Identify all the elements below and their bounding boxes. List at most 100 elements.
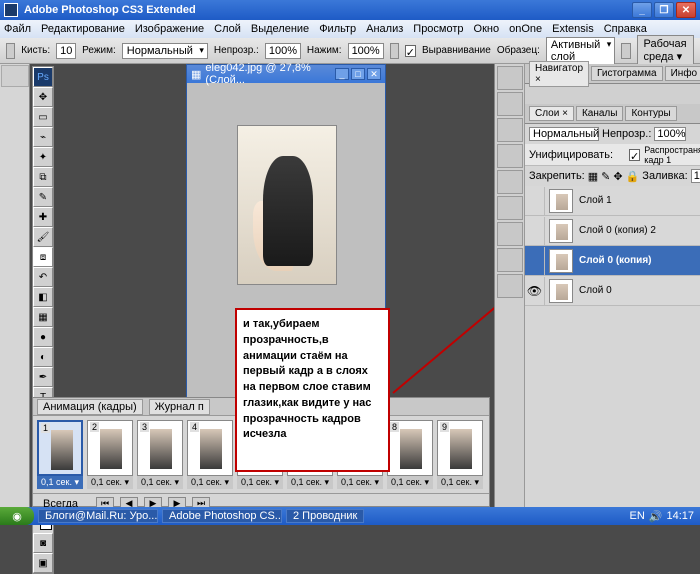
layer-row[interactable]: Слой 0 (копия) <box>525 246 700 276</box>
layer-thumbnail[interactable] <box>549 219 573 243</box>
frame-time[interactable]: 0,1 сек. ▾ <box>287 476 333 489</box>
workspace-button[interactable]: Рабочая среда ▾ <box>637 35 695 66</box>
propagate-checkbox[interactable]: ✓ <box>629 149 640 161</box>
frame-time[interactable]: 0,1 сек. ▾ <box>437 476 483 489</box>
blend-mode-select[interactable]: Нормальный <box>529 127 599 141</box>
blur-tool[interactable]: ● <box>33 327 53 347</box>
visibility-eye-icon[interactable] <box>525 247 545 275</box>
dock-icon[interactable] <box>497 196 523 220</box>
dock-icon[interactable] <box>497 248 523 272</box>
tab-animation[interactable]: Анимация (кадры) <box>37 399 143 415</box>
tray-icon[interactable]: 🔊 <box>649 510 663 523</box>
menu-select[interactable]: Выделение <box>251 23 309 35</box>
brush-size[interactable]: 10 <box>56 43 76 59</box>
taskbar-item[interactable]: Adobe Photoshop CS... <box>162 509 282 523</box>
taskbar-item[interactable]: Блоги@Mail.Ru: Уро... <box>38 509 158 523</box>
sample-ignore-icon[interactable] <box>621 43 630 59</box>
menu-edit[interactable]: Редактирование <box>41 23 125 35</box>
lang-indicator[interactable]: EN <box>629 510 644 522</box>
animation-frame[interactable]: 90,1 сек. ▾ <box>437 420 483 489</box>
marquee-tool[interactable]: ▭ <box>33 107 53 127</box>
layer-row[interactable]: 👁Слой 0 <box>525 276 700 306</box>
animation-frame[interactable]: 80,1 сек. ▾ <box>387 420 433 489</box>
layer-thumbnail[interactable] <box>549 279 573 303</box>
layer-thumbnail[interactable] <box>549 249 573 273</box>
menu-filter[interactable]: Фильтр <box>319 23 356 35</box>
move-tool[interactable]: ✥ <box>33 87 53 107</box>
frame-time[interactable]: 0,1 сек. ▾ <box>37 476 83 489</box>
taskbar-item[interactable]: 2 Проводник <box>286 509 364 523</box>
menu-window[interactable]: Окно <box>474 23 500 35</box>
animation-frame[interactable]: 10,1 сек. ▾ <box>37 420 83 489</box>
doc-max-button[interactable]: □ <box>351 68 365 80</box>
menu-view[interactable]: Просмотр <box>413 23 463 35</box>
dock-icon[interactable] <box>497 222 523 246</box>
dock-icon[interactable] <box>497 66 523 90</box>
lock-pixel-icon[interactable]: ✎ <box>601 170 610 183</box>
menu-help[interactable]: Справка <box>604 23 647 35</box>
layer-thumbnail[interactable] <box>549 189 573 213</box>
menu-onone[interactable]: onOne <box>509 23 542 35</box>
tab-info[interactable]: Инфо <box>665 66 700 81</box>
lock-trans-icon[interactable]: ▦ <box>588 170 598 183</box>
tool-preset-icon[interactable] <box>6 43 15 59</box>
menu-layer[interactable]: Слой <box>214 23 241 35</box>
dock-icon[interactable] <box>497 274 523 298</box>
start-button[interactable]: ◉ <box>0 507 34 525</box>
animation-frame[interactable]: 20,1 сек. ▾ <box>87 420 133 489</box>
minimize-button[interactable]: _ <box>632 2 652 18</box>
menu-analysis[interactable]: Анализ <box>366 23 403 35</box>
flow-field[interactable]: 100% <box>348 43 384 59</box>
opacity-field[interactable]: 100% <box>265 43 301 59</box>
tab-paths[interactable]: Контуры <box>625 106 676 121</box>
dock-icon[interactable] <box>497 92 523 116</box>
dock-icon[interactable] <box>497 170 523 194</box>
fill-field[interactable]: 100% <box>691 169 700 183</box>
doc-min-button[interactable]: _ <box>335 68 349 80</box>
wand-tool[interactable]: ✦ <box>33 147 53 167</box>
eyedropper-tool[interactable]: ✎ <box>33 187 53 207</box>
history-brush-tool[interactable]: ↶ <box>33 267 53 287</box>
animation-frame[interactable]: 30,1 сек. ▾ <box>137 420 183 489</box>
align-checkbox[interactable]: ✓ <box>405 45 416 57</box>
mode-select[interactable]: Нормальный <box>122 43 208 59</box>
document-titlebar[interactable]: ▦ eleg042.jpg @ 27,8% (Слой... _ □ ✕ <box>187 65 385 83</box>
screenmode-tool[interactable]: ▣ <box>33 553 53 573</box>
frame-time[interactable]: 0,1 сек. ▾ <box>337 476 383 489</box>
frame-time[interactable]: 0,1 сек. ▾ <box>387 476 433 489</box>
tab-channels[interactable]: Каналы <box>576 106 624 121</box>
visibility-eye-icon[interactable]: 👁 <box>525 277 545 305</box>
lasso-tool[interactable]: ⌁ <box>33 127 53 147</box>
quickmask-tool[interactable]: ◙ <box>33 533 53 553</box>
tab-layers[interactable]: Слои × <box>529 106 574 121</box>
menu-extensis[interactable]: Extensis <box>552 23 594 35</box>
layer-row[interactable]: Слой 0 (копия) 2 <box>525 216 700 246</box>
tab-navigator[interactable]: Навигатор × <box>529 61 589 87</box>
maximize-button[interactable]: ❐ <box>654 2 674 18</box>
clock[interactable]: 14:17 <box>666 510 694 522</box>
layer-opacity-field[interactable]: 100% <box>654 127 686 141</box>
dock-button[interactable] <box>1 65 29 87</box>
animation-frame[interactable]: 40,1 сек. ▾ <box>187 420 233 489</box>
frame-time[interactable]: 0,1 сек. ▾ <box>237 476 283 489</box>
visibility-eye-icon[interactable] <box>525 187 545 215</box>
doc-close-button[interactable]: ✕ <box>367 68 381 80</box>
frame-time[interactable]: 0,1 сек. ▾ <box>87 476 133 489</box>
pen-tool[interactable]: ✒ <box>33 367 53 387</box>
menu-file[interactable]: Файл <box>4 23 31 35</box>
lock-all-icon[interactable]: 🔒 <box>626 170 640 183</box>
stamp-tool[interactable]: ⧈ <box>33 247 53 267</box>
layer-row[interactable]: Слой 1 <box>525 186 700 216</box>
heal-tool[interactable]: ✚ <box>33 207 53 227</box>
menu-image[interactable]: Изображение <box>135 23 204 35</box>
eraser-tool[interactable]: ◧ <box>33 287 53 307</box>
brush-tool[interactable]: 🖌 <box>33 227 53 247</box>
lock-pos-icon[interactable]: ✥ <box>613 170 622 183</box>
dock-icon[interactable] <box>497 144 523 168</box>
frame-time[interactable]: 0,1 сек. ▾ <box>187 476 233 489</box>
gradient-tool[interactable]: ▦ <box>33 307 53 327</box>
canvas-image[interactable] <box>237 125 337 285</box>
dodge-tool[interactable]: ◐ <box>33 347 53 367</box>
airbrush-icon[interactable] <box>390 43 399 59</box>
frame-time[interactable]: 0,1 сек. ▾ <box>137 476 183 489</box>
